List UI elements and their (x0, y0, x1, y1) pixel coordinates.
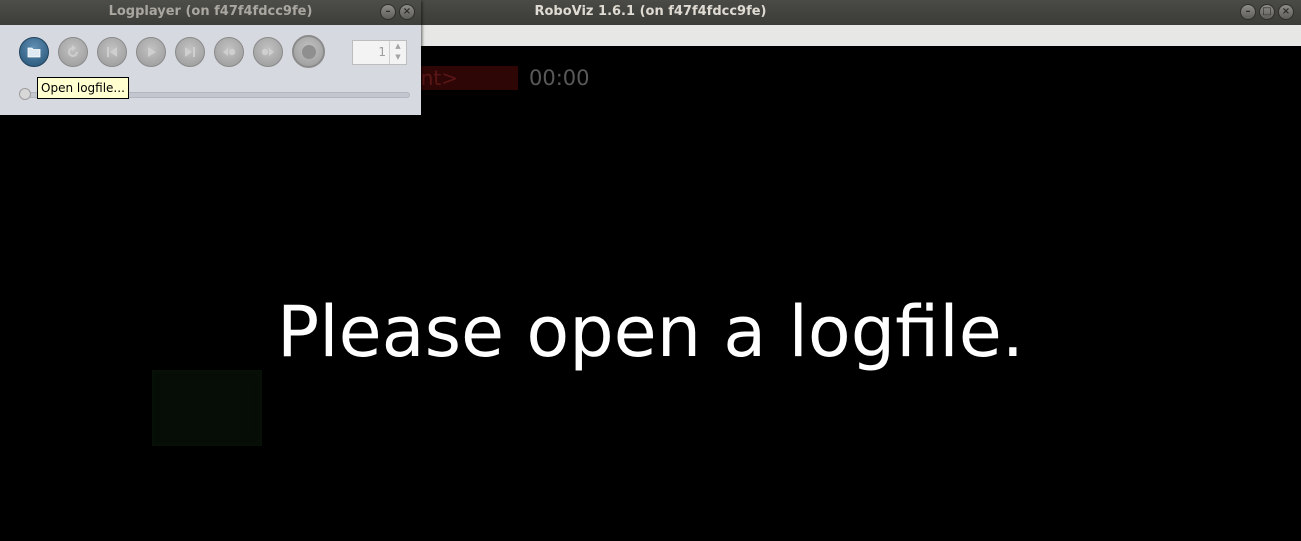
open-logfile-message: Please open a logfile. (276, 291, 1025, 373)
game-time: 00:00 (529, 66, 590, 90)
close-button[interactable]: × (1278, 4, 1294, 20)
spinner-up-icon[interactable]: ▲ (390, 41, 406, 52)
play-button[interactable] (136, 37, 166, 67)
open-logfile-tooltip: Open logfile... (37, 77, 129, 99)
record-button[interactable] (292, 35, 325, 68)
record-icon (301, 44, 316, 59)
open-logfile-button[interactable] (19, 37, 49, 67)
folder-icon (27, 47, 41, 58)
logplayer-minimize-button[interactable]: – (380, 4, 396, 20)
seek-slider-knob[interactable] (19, 88, 31, 100)
frame-step-value: 1 (378, 45, 386, 59)
maximize-button[interactable]: □ (1259, 4, 1275, 20)
play-icon (148, 47, 156, 57)
rewind-icon (68, 45, 78, 57)
previous-frame-button[interactable] (97, 37, 127, 67)
logplayer-close-button[interactable]: × (399, 4, 415, 20)
logplayer-title: Logplayer (on f47f4fdcc9fe) (108, 4, 313, 19)
3d-viewport[interactable]: nt> 00:00 Please open a logfile. (0, 46, 1301, 541)
step-forward-button[interactable] (253, 37, 283, 67)
skip-forward-icon (185, 47, 195, 57)
step-back-icon (223, 48, 236, 56)
skip-back-icon (107, 47, 117, 57)
logplayer-titlebar: Logplayer (on f47f4fdcc9fe) – × (0, 0, 421, 25)
frame-step-spinner[interactable]: 1 ▲ ▼ (352, 40, 407, 65)
next-frame-button[interactable] (175, 37, 205, 67)
field-marker (152, 370, 262, 446)
rewind-button[interactable] (58, 37, 88, 67)
spinner-arrows[interactable]: ▲ ▼ (389, 41, 406, 64)
minimize-button[interactable]: – (1240, 4, 1256, 20)
step-back-button[interactable] (214, 37, 244, 67)
step-forward-icon (261, 48, 274, 56)
spinner-down-icon[interactable]: ▼ (390, 52, 406, 63)
